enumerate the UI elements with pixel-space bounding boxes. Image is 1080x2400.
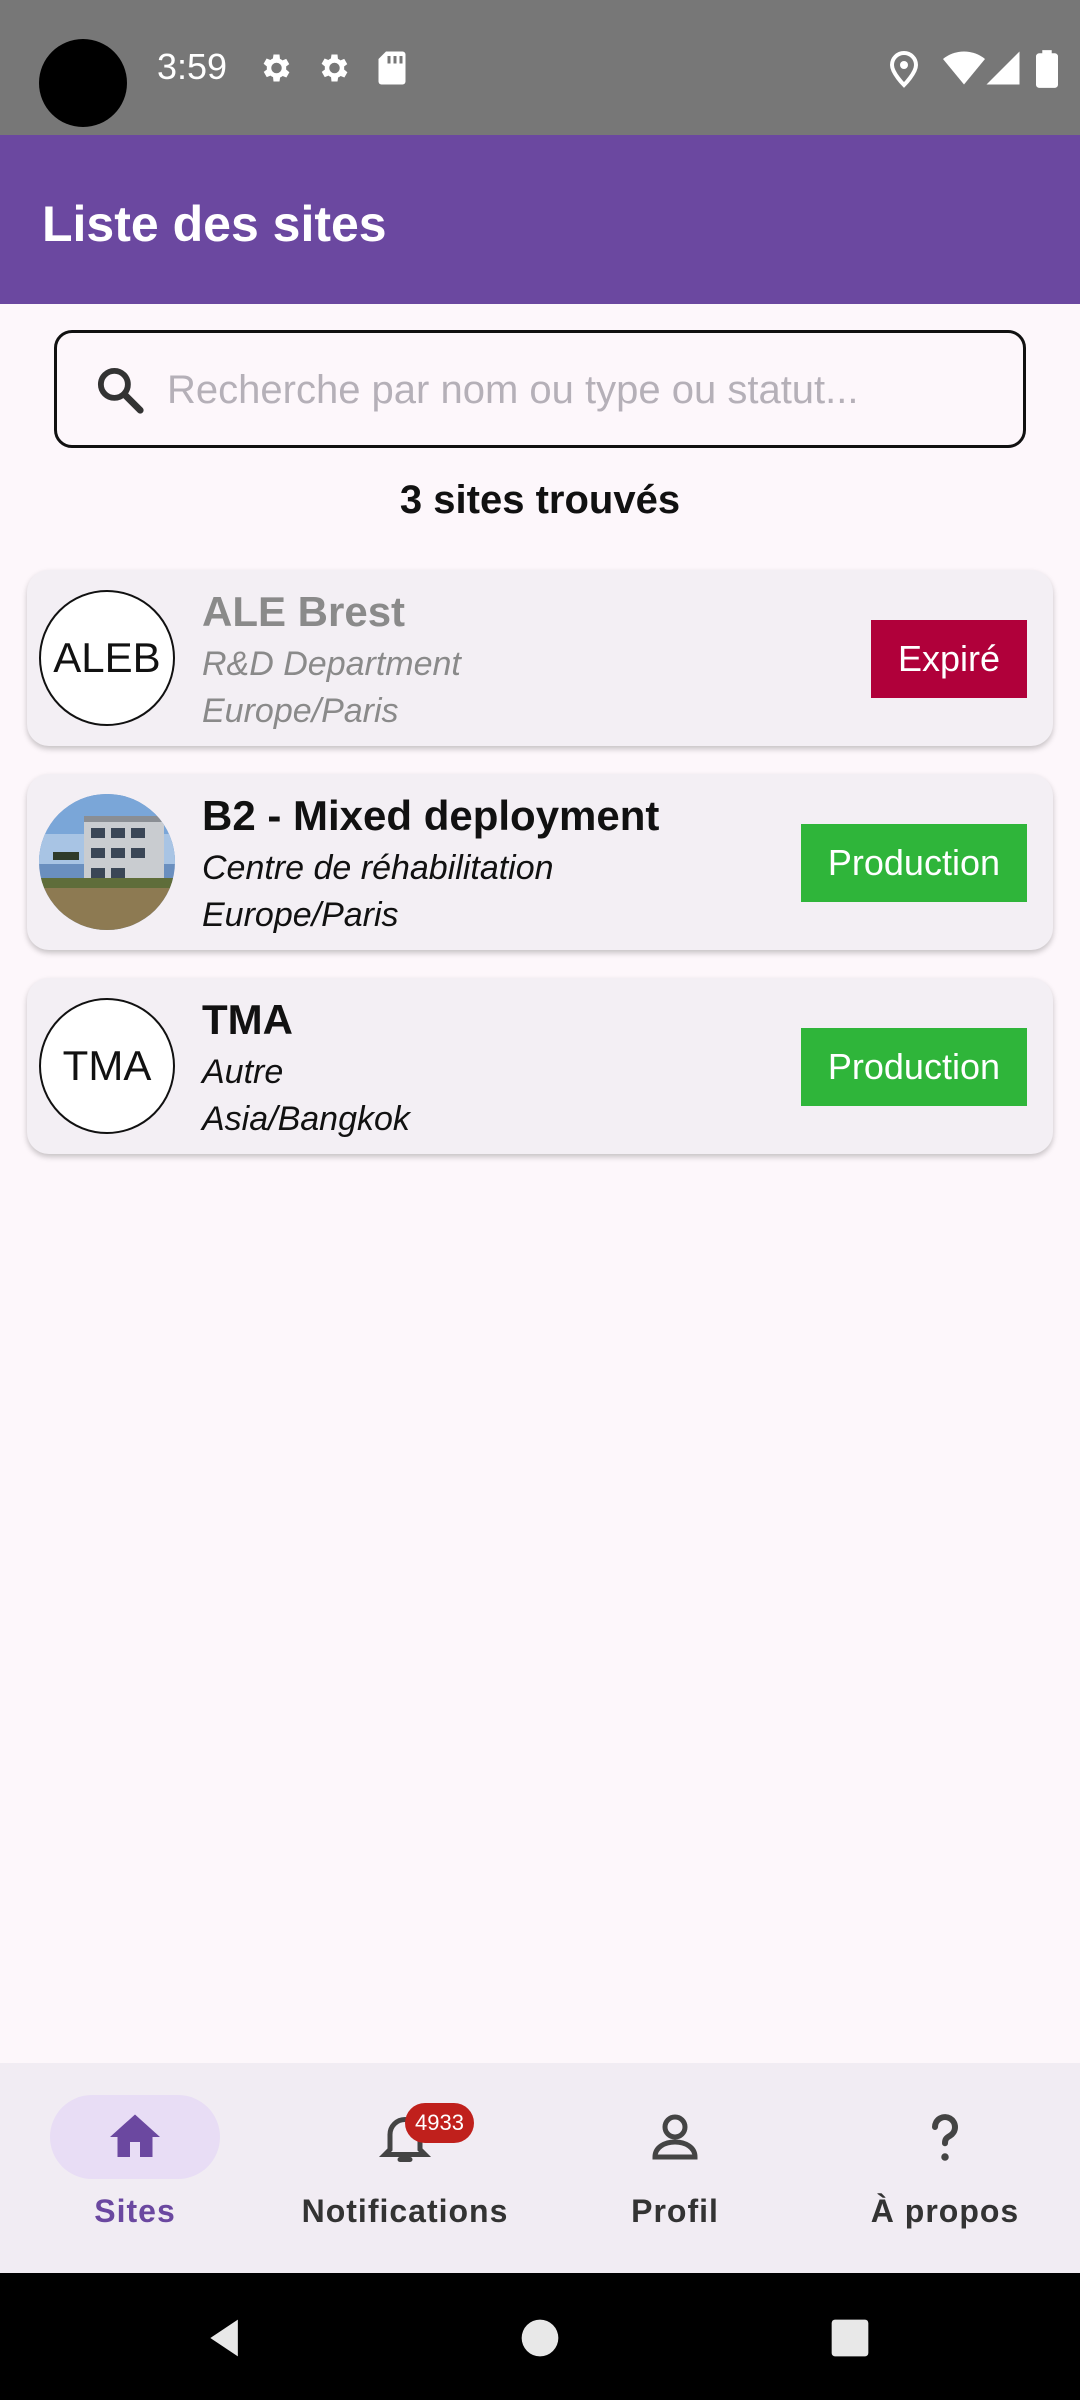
wifi-icon [943,51,985,85]
site-card[interactable]: ALEB ALE Brest R&D Department Europe/Par… [27,570,1053,746]
site-timezone: Europe/Paris [202,692,399,730]
notification-count-badge: 4933 [405,2103,474,2143]
site-name: B2 - Mixed deployment [202,792,660,839]
nav-label: À propos [870,2193,1020,2229]
nav-item-sites[interactable]: Sites [0,2063,270,2273]
status-badge: Production [800,824,1027,902]
home-icon [110,2114,160,2157]
question-icon [932,2114,958,2161]
avatar: ALEB [39,590,175,726]
page-title: Liste des sites [42,196,387,252]
home-button-icon[interactable] [520,2318,560,2358]
status-time: 3:59 [157,46,228,87]
site-department: R&D Department [202,645,461,683]
nav-label: Sites [94,2193,176,2229]
avatar: TMA [39,998,175,1134]
person-icon [652,2114,698,2160]
nav-label: Notifications [301,2193,509,2229]
bottom-navigation: Sites 4933 Notifications Profil À propos [0,2063,1080,2273]
system-navigation-bar [0,2273,1080,2400]
status-badge: Production [800,1028,1027,1106]
signal-icon [986,51,1020,85]
result-count: 3 sites trouvés [399,478,681,522]
status-badge: Expiré [870,620,1027,698]
nav-label: Profil [631,2193,719,2229]
search-box[interactable] [54,330,1026,448]
site-timezone: Europe/Paris [202,896,399,934]
status-bar: 3:59 [0,0,1080,135]
nav-item-profil[interactable]: Profil [540,2063,810,2273]
settings-icon [321,54,348,82]
sd-card-icon [378,51,406,85]
site-department: Autre [202,1053,284,1091]
site-name: ALE Brest [202,588,406,635]
site-timezone: Asia/Bangkok [202,1100,410,1138]
site-card[interactable]: TMA TMA Autre Asia/Bangkok Production [27,978,1053,1154]
recents-icon[interactable] [830,2318,870,2358]
site-department: Centre de réhabilitation [202,849,554,887]
app-bar: Liste des sites [0,135,1080,304]
site-name: TMA [202,996,293,1043]
battery-icon [1036,50,1058,88]
search-icon [97,367,144,414]
settings-icon [263,54,290,82]
nav-item-a-propos[interactable]: À propos [810,2063,1080,2273]
search-input[interactable] [167,357,987,423]
site-photo [39,794,175,930]
camera-cutout [39,39,127,127]
back-icon[interactable] [203,2316,247,2360]
location-icon [889,51,919,88]
site-card[interactable]: B2 - Mixed deployment Centre de réhabili… [27,774,1053,950]
nav-item-notifications[interactable]: 4933 Notifications [270,2063,540,2273]
building-image [39,794,175,930]
